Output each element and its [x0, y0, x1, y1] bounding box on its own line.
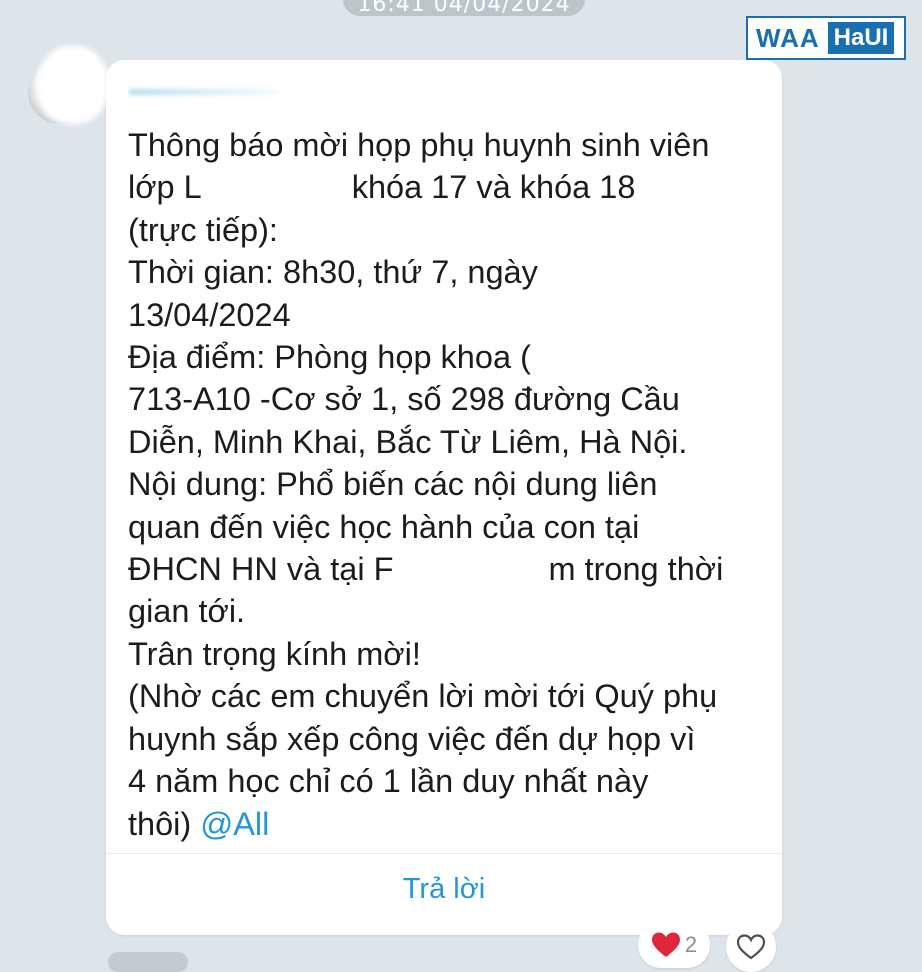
watermark-logo: WAA HaUI	[746, 16, 906, 60]
message-text-segment: thôi)	[128, 805, 201, 842]
next-message-stub	[108, 952, 188, 972]
message-text-segment: khóa 17 và khóa 18	[351, 169, 636, 206]
message-text-segment: lớp L	[128, 169, 202, 206]
message-line: Địa điểm: Phòng họp khoa (	[128, 336, 768, 379]
message-line: Trân trọng kính mời!	[128, 633, 768, 675]
watermark-left-text: WAA	[756, 22, 820, 53]
message-text-segment: Địa điểm: Phòng họp khoa (	[128, 339, 531, 376]
reaction-badge[interactable]: 2	[638, 922, 710, 968]
message-line: quan đến việc học hành của con tại	[128, 506, 768, 548]
message-line: thôi) @All	[128, 803, 768, 845]
message-line: (Nhờ các em chuyển lời mời tới Quý phụ	[128, 675, 768, 717]
message-line: huynh sắp xếp công việc đến dự họp vì	[128, 718, 768, 760]
heart-filled-icon	[651, 932, 680, 957]
message-text-segment: quan đến việc học hành của con tại	[128, 508, 640, 545]
message-text-segment: Trân trọng kính mời!	[128, 635, 421, 672]
message-line: Thời gian: 8h30, thứ 7, ngày	[128, 251, 768, 293]
message-line: lớp L khóa 17 và khóa 18	[128, 166, 768, 209]
message-text-segment: 713-A10 -Cơ sở 1, số 298 đường Cầu	[128, 381, 680, 418]
message-text-segment: gian tới.	[128, 593, 246, 630]
message-line: gian tới.	[128, 590, 768, 632]
message-text: Thông báo mời họp phụ huynh sinh viên lớp…	[128, 124, 768, 845]
message-text-segment: huynh sắp xếp công việc đến dự họp vì	[128, 720, 696, 757]
message-text-segment: ĐHCN HN và tại F	[128, 551, 394, 588]
heart-outline-icon	[736, 934, 766, 960]
message-bubble[interactable]: Thông báo mời họp phụ huynh sinh viên lớp…	[106, 60, 782, 935]
message-line: ĐHCN HN và tại F m trong thời	[128, 548, 768, 591]
message-line: 13/04/2024	[128, 294, 768, 336]
watermark-right-text: HaUI	[827, 22, 895, 54]
message-line: 4 năm học chỉ có 1 lần duy nhất này	[128, 760, 768, 802]
message-text-segment: Thời gian: 8h30, thứ 7, ngày	[128, 254, 538, 291]
chat-timestamp: 16:41 04/04/2024	[343, 0, 585, 17]
message-text-segment: Nội dung: Phổ biến các nội dung liên	[128, 466, 658, 503]
message-line: Diễn, Minh Khai, Bắc Từ Liêm, Hà Nội.	[128, 421, 768, 463]
react-button[interactable]	[726, 922, 776, 972]
message-text-segment: (Nhờ các em chuyển lời mời tới Quý phụ	[128, 678, 718, 715]
reply-button[interactable]: Trả lời	[106, 854, 782, 924]
reaction-count: 2	[684, 932, 698, 957]
mention-link[interactable]: @All	[200, 806, 269, 842]
message-text-segment: 13/04/2024	[128, 296, 291, 333]
avatar-redaction	[38, 46, 108, 124]
redacted-text	[393, 548, 549, 591]
message-text-segment: 4 năm học chỉ có 1 lần duy nhất này	[128, 763, 649, 800]
sender-name[interactable]	[128, 80, 298, 104]
message-line: Thông báo mời họp phụ huynh sinh viên	[128, 124, 768, 166]
redacted-text	[201, 166, 352, 209]
message-line: (trực tiếp):	[128, 209, 768, 251]
message-line: 713-A10 -Cơ sở 1, số 298 đường Cầu	[128, 378, 768, 420]
sender-name-blurred	[128, 89, 278, 95]
message-text-segment: Diễn, Minh Khai, Bắc Từ Liêm, Hà Nội.	[128, 423, 688, 460]
message-text-segment: m trong thời	[548, 551, 724, 588]
redacted-text	[530, 336, 621, 379]
message-text-segment: Thông báo mời họp phụ huynh sinh viên	[128, 127, 710, 163]
message-text-segment: (trực tiếp):	[128, 211, 278, 248]
message-line: Nội dung: Phổ biến các nội dung liên	[128, 463, 768, 505]
